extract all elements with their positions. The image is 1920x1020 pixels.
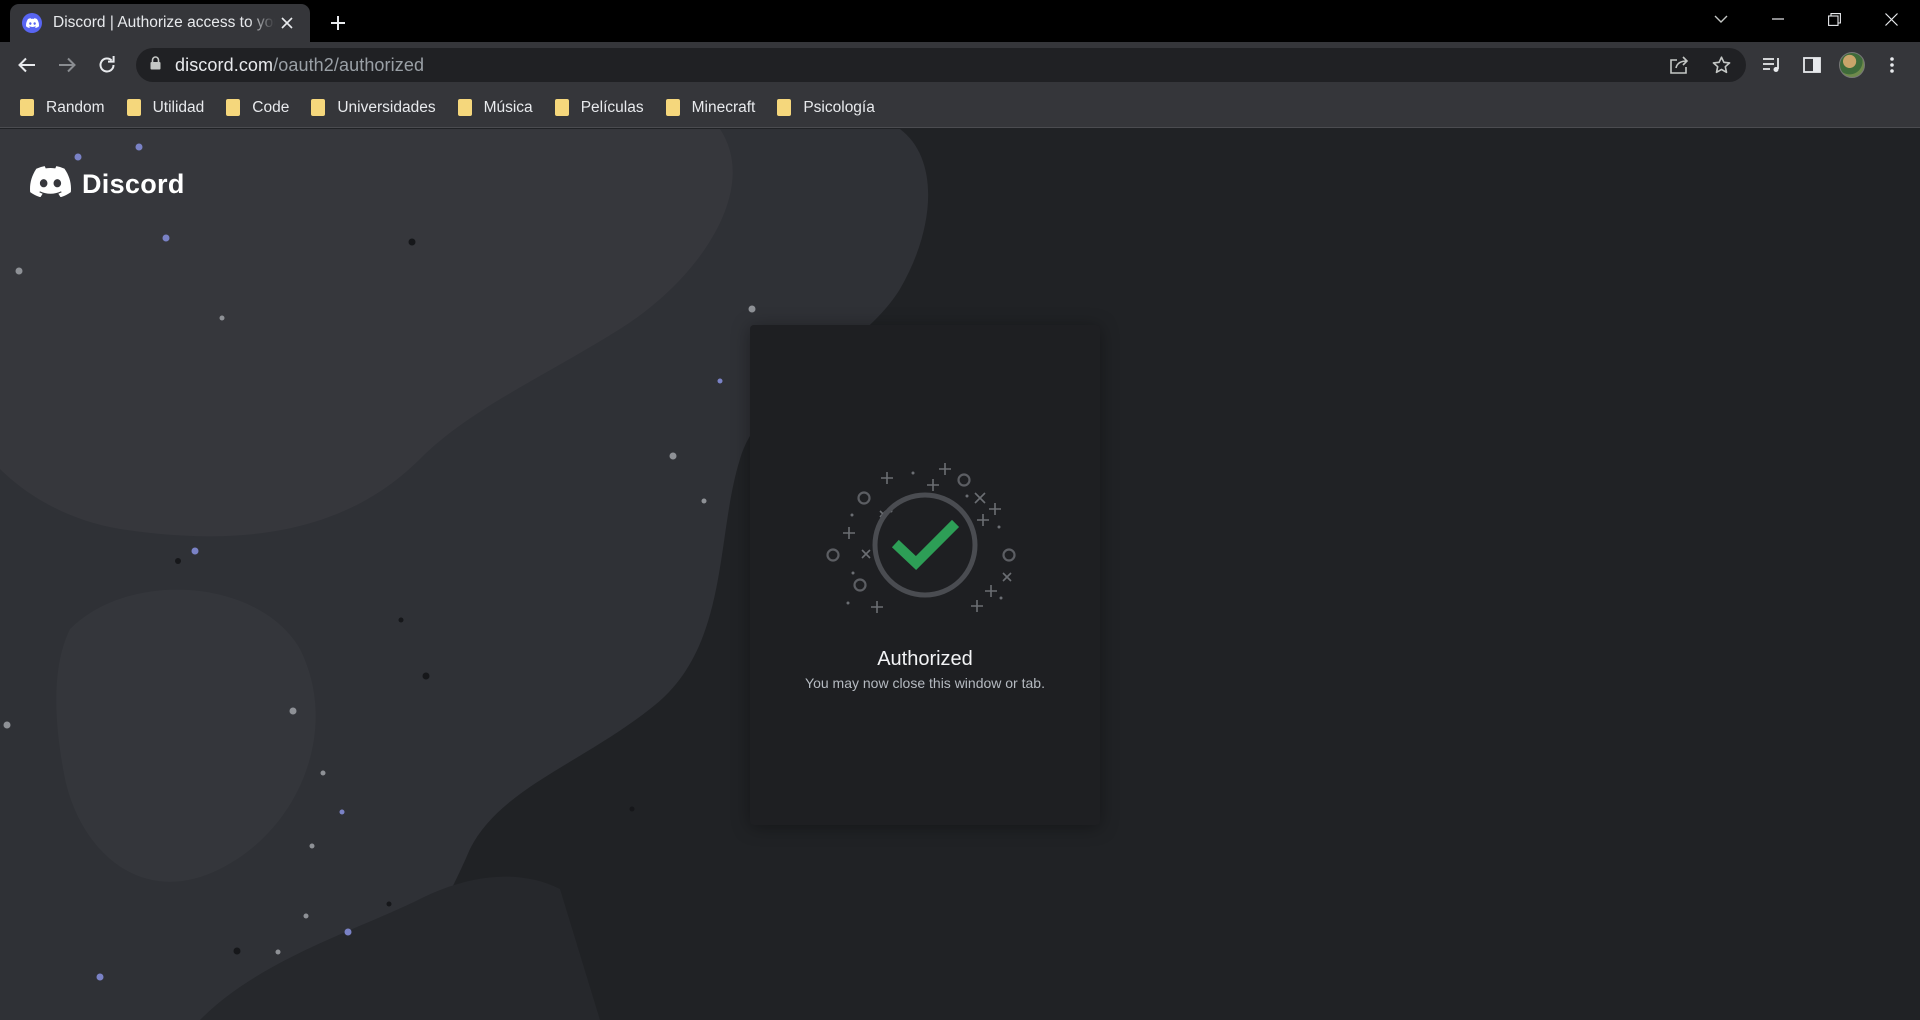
- card-title: Authorized: [877, 648, 973, 670]
- tab-search-chevron-icon[interactable]: [1692, 0, 1749, 38]
- bookmark-folder-psicologia[interactable]: Psicología: [777, 93, 875, 123]
- close-window-icon[interactable]: [1863, 0, 1920, 38]
- discord-brand[interactable]: Discord: [30, 166, 185, 202]
- url-path: /oauth2/authorized: [273, 54, 425, 75]
- folder-icon: [457, 99, 472, 116]
- sparkle-marks: [843, 463, 1012, 613]
- tab-title: Discord | Authorize access to your accou…: [53, 14, 275, 31]
- bookmark-label: Psicología: [803, 98, 875, 116]
- bookmark-label: Random: [46, 98, 105, 116]
- bookmark-folder-minecraft[interactable]: Minecraft: [665, 93, 756, 123]
- bookmark-star-icon[interactable]: [1706, 50, 1736, 80]
- brand-name: Discord: [82, 168, 185, 199]
- bookmark-folder-musica[interactable]: Música: [457, 93, 533, 123]
- folder-icon: [20, 99, 34, 116]
- menu-kebab-icon[interactable]: [1877, 50, 1907, 80]
- bookmark-label: Code: [252, 98, 290, 116]
- media-controls-icon[interactable]: [1757, 50, 1787, 80]
- folder-icon: [226, 99, 241, 116]
- url-host: discord.com: [175, 54, 274, 75]
- bookmark-folder-universidades[interactable]: Universidades: [311, 93, 436, 123]
- page-content: Discord Authorized You may now close thi…: [0, 129, 1920, 1020]
- bookmark-folder-random[interactable]: Random: [20, 93, 105, 123]
- forward-arrow-icon[interactable]: [52, 50, 82, 80]
- omnibox-actions: [1664, 48, 1736, 82]
- restore-icon[interactable]: [1806, 0, 1863, 38]
- discord-logo-icon: [30, 166, 71, 202]
- bookmarks-bar: Random Utilidad Code Universidades Músic…: [0, 88, 1920, 128]
- bookmark-label: Universidades: [337, 98, 436, 116]
- folder-icon: [554, 99, 569, 116]
- folder-icon: [126, 99, 141, 116]
- folder-icon: [777, 99, 792, 116]
- address-url: discord.com/oauth2/authorized: [175, 55, 424, 76]
- bookmark-label: Música: [483, 98, 533, 116]
- avatar: [1839, 52, 1865, 78]
- back-arrow-icon[interactable]: [12, 50, 42, 80]
- toolbar-right: [1757, 50, 1907, 80]
- browser-titlebar: Discord | Authorize access to your accou…: [0, 0, 1920, 42]
- new-tab-plus-icon[interactable]: [325, 10, 351, 36]
- lock-icon[interactable]: [150, 55, 161, 75]
- discord-favicon-icon: [22, 13, 42, 33]
- bookmark-folder-utilidad[interactable]: Utilidad: [126, 93, 205, 123]
- bookmark-folder-code[interactable]: Code: [226, 93, 289, 123]
- bookmark-label: Utilidad: [152, 98, 205, 116]
- authorized-card: Authorized You may now close this window…: [750, 325, 1100, 825]
- folder-icon: [665, 99, 680, 116]
- minimize-icon[interactable]: [1749, 0, 1806, 38]
- card-subtitle: You may now close this window or tab.: [805, 675, 1045, 691]
- window-controls: [1692, 0, 1920, 38]
- folder-icon: [311, 99, 326, 116]
- address-bar[interactable]: discord.com/oauth2/authorized: [136, 48, 1746, 82]
- reload-icon[interactable]: [92, 50, 122, 80]
- bookmark-label: Minecraft: [691, 98, 756, 116]
- check-icon: [891, 519, 960, 570]
- bookmark-label: Películas: [580, 98, 644, 116]
- share-icon[interactable]: [1664, 50, 1694, 80]
- bookmark-folder-peliculas[interactable]: Películas: [554, 93, 644, 123]
- profile-avatar[interactable]: [1837, 50, 1867, 80]
- tab-close-icon[interactable]: [276, 12, 298, 34]
- browser-toolbar: discord.com/oauth2/authorized: [0, 42, 1920, 88]
- browser-tab-active[interactable]: Discord | Authorize access to your accou…: [10, 4, 310, 42]
- success-illustration: [826, 463, 1016, 613]
- side-panel-icon[interactable]: [1797, 50, 1827, 80]
